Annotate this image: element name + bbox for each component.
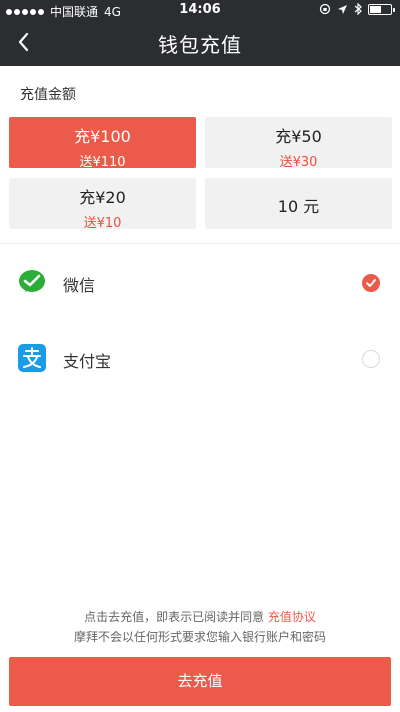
payment-method-label: 支付宝 [63, 352, 112, 371]
amount-option-main: 充¥50 [275, 127, 322, 146]
payment-method-wechat[interactable]: 微信 [0, 257, 400, 307]
agreement-link[interactable]: 充值协议 [268, 610, 316, 624]
wechat-icon [19, 270, 45, 292]
page-title: 钱包充值 [158, 33, 242, 57]
amount-option-10[interactable]: 10 元 [205, 178, 392, 229]
amount-option-main: 充¥100 [74, 127, 131, 146]
amount-option-bonus: 送¥110 [79, 155, 126, 170]
amount-option-main: 充¥20 [79, 188, 126, 207]
submit-button[interactable]: 去充值 [9, 657, 391, 706]
amount-option-bonus: 送¥30 [279, 155, 318, 170]
radio-checked-icon[interactable] [362, 274, 380, 292]
payment-method-label: 微信 [63, 276, 96, 295]
orientation-lock-icon [319, 3, 331, 15]
security-notice: 摩拜不会以任何形式要求您输入银行账户和密码 [73, 630, 326, 644]
payment-method-alipay[interactable]: 支付宝 [0, 333, 400, 383]
amount-option-20[interactable]: 充¥20 送¥10 [9, 178, 196, 231]
battery-level [370, 5, 381, 13]
location-icon [338, 4, 347, 14]
agreement-notice-text: 点击去充值，即表示已阅读并同意 [84, 610, 265, 624]
battery-icon [368, 3, 395, 15]
section-divider [0, 243, 400, 244]
bluetooth-icon [354, 3, 362, 15]
agreement-notice: 点击去充值，即表示已阅读并同意 充值协议 [0, 608, 400, 625]
status-right [319, 3, 395, 15]
amount-option-50[interactable]: 充¥50 送¥30 [205, 117, 392, 170]
top-bar: 中国联通 4G 14:06 钱包充值 [0, 0, 400, 66]
amount-section-label: 充值金额 [20, 87, 76, 103]
alipay-icon [18, 344, 46, 372]
amount-option-bonus: 送¥10 [83, 216, 122, 231]
radio-unchecked-icon[interactable] [362, 350, 380, 368]
amount-option-main: 10 元 [277, 197, 320, 216]
status-bar: 中国联通 4G 14:06 [0, 0, 400, 20]
nav-bar: 钱包充值 [0, 20, 400, 66]
amount-option-100[interactable]: 充¥100 送¥110 [9, 117, 196, 170]
